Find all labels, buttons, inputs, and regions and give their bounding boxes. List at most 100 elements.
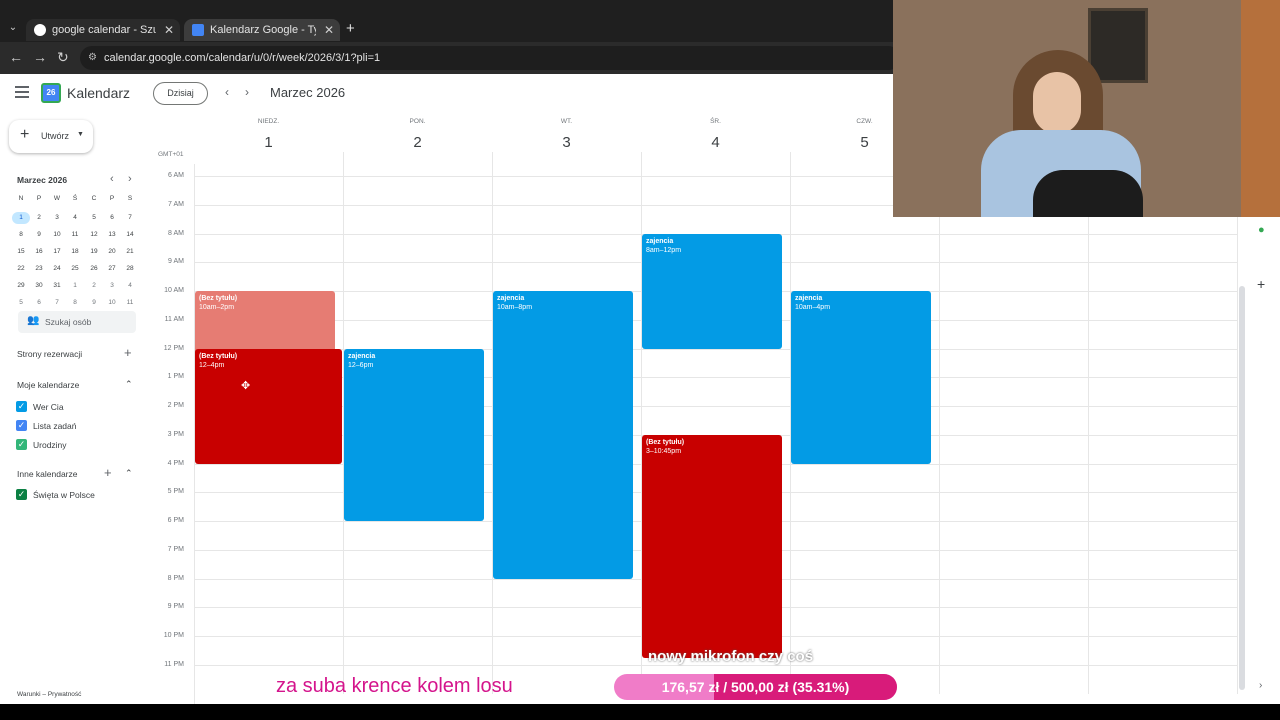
mini-calendar-next-icon[interactable]: › — [128, 173, 132, 185]
mini-calendar-day[interactable]: 12 — [85, 229, 103, 241]
next-week-icon[interactable]: › — [245, 85, 249, 99]
previous-week-icon[interactable]: ‹ — [225, 85, 229, 99]
mini-calendar-day[interactable]: 7 — [48, 297, 66, 309]
hour-label: 5 PM — [167, 488, 184, 496]
day-header-number[interactable]: 2 — [343, 134, 492, 151]
reload-icon[interactable]: ↻ — [57, 49, 69, 66]
mini-calendar-day[interactable]: 31 — [48, 280, 66, 292]
calendar-event[interactable]: (Bez tytułu) 12–4pm ✥ — [195, 348, 342, 464]
mini-calendar-day[interactable]: 7 — [121, 212, 139, 224]
address-bar[interactable]: ⚙ calendar.google.com/calendar/u/0/r/wee… — [80, 46, 900, 70]
url-text: calendar.google.com/calendar/u/0/r/week/… — [104, 52, 381, 64]
tab-search-dropdown-icon[interactable]: ⌄ — [6, 22, 20, 36]
forward-arrow-icon[interactable]: → — [33, 49, 47, 65]
booking-pages-heading: Strony rezerwacji — [17, 349, 83, 359]
close-tab-icon[interactable]: ✕ — [324, 19, 334, 41]
mini-calendar-day[interactable]: 21 — [121, 246, 139, 258]
mini-calendar-day[interactable]: 5 — [85, 212, 103, 224]
mini-calendar-day[interactable]: 22 — [12, 263, 30, 275]
mini-calendar-day[interactable]: 20 — [103, 246, 121, 258]
search-people-field[interactable]: 👥 Szukaj osób — [18, 311, 136, 333]
day-header-number[interactable]: 1 — [194, 134, 343, 151]
mini-calendar-day[interactable]: 10 — [48, 229, 66, 241]
hour-label: 6 AM — [168, 172, 184, 179]
mini-calendar-day[interactable]: 8 — [66, 297, 84, 309]
collapse-other-calendars-icon[interactable]: ⌃ — [125, 468, 133, 479]
day-header-abbr: WT. — [560, 118, 573, 125]
mini-calendar-day[interactable]: 11 — [121, 297, 139, 309]
event-time: 10am–4pm — [795, 304, 831, 311]
mini-calendar-day[interactable]: 2 — [85, 280, 103, 292]
mini-calendar-title: Marzec 2026 — [17, 175, 68, 185]
mini-calendar-day[interactable]: 17 — [48, 246, 66, 258]
hour-label: 3 PM — [167, 430, 184, 438]
mini-calendar-day[interactable]: 14 — [121, 229, 139, 241]
mini-calendar-day[interactable]: 2 — [30, 212, 48, 224]
mini-calendar-weekday: S — [127, 195, 133, 202]
mini-calendar-prev-icon[interactable]: ‹ — [110, 173, 114, 185]
mini-calendar-day[interactable]: 3 — [48, 212, 66, 224]
create-button-label: Utwórz — [41, 131, 70, 141]
calendar-event[interactable]: zajencia 8am–12pm — [642, 233, 782, 349]
calendar-event[interactable]: zajencia 12–6pm — [344, 348, 484, 521]
mini-calendar-day[interactable]: 19 — [85, 246, 103, 258]
main-menu-icon[interactable] — [15, 86, 29, 98]
terms-privacy-link[interactable]: Warunki – Prywatność — [17, 691, 81, 698]
mini-calendar-day[interactable]: 9 — [30, 229, 48, 241]
mini-calendar-day[interactable]: 16 — [30, 246, 48, 258]
mini-calendar-day[interactable]: 26 — [85, 263, 103, 275]
mini-calendar-day[interactable]: 1 — [12, 212, 30, 224]
day-column-divider — [1088, 152, 1089, 694]
add-booking-page-icon[interactable]: + — [124, 345, 132, 360]
add-addon-icon[interactable]: + — [1257, 276, 1265, 292]
mini-calendar-day[interactable]: 27 — [103, 263, 121, 275]
mini-calendar-day[interactable]: 18 — [66, 246, 84, 258]
calendar-checkbox-swieta[interactable]: ✓ — [16, 489, 27, 500]
day-header-number[interactable]: 3 — [492, 134, 641, 151]
mini-calendar-day[interactable]: 15 — [12, 246, 30, 258]
close-tab-icon[interactable]: ✕ — [164, 19, 174, 41]
mini-calendar-day[interactable]: 11 — [66, 229, 84, 241]
calendar-event[interactable]: zajencia 10am–8pm — [493, 291, 633, 579]
mini-calendar-day[interactable]: 10 — [103, 297, 121, 309]
browser-tab-calendar[interactable]: Kalendarz Google - Tydzień, w ✕ — [184, 19, 340, 41]
mini-calendar-day[interactable]: 4 — [66, 212, 84, 224]
mini-calendar-day[interactable]: 24 — [48, 263, 66, 275]
site-info-icon[interactable]: ⚙ — [88, 46, 97, 70]
my-calendars-heading[interactable]: Moje kalendarze — [17, 380, 79, 390]
hour-label: 10 AM — [164, 287, 184, 294]
calendar-event[interactable]: (Bez tytułu) 3–10:45pm — [642, 434, 782, 658]
google-favicon-icon — [34, 24, 46, 36]
collapse-my-calendars-icon[interactable]: ⌃ — [125, 379, 133, 390]
maps-icon[interactable]: ● — [1258, 224, 1265, 236]
mini-calendar-day[interactable]: 3 — [103, 280, 121, 292]
mini-calendar-day[interactable]: 8 — [12, 229, 30, 241]
expand-panel-icon[interactable]: › — [1259, 680, 1262, 691]
back-arrow-icon[interactable]: ← — [9, 49, 23, 65]
mini-calendar-day[interactable]: 28 — [121, 263, 139, 275]
calendar-checkbox-lista-zadan[interactable]: ✓ — [16, 420, 27, 431]
calendar-event[interactable]: zajencia 10am–4pm — [791, 291, 931, 464]
mini-calendar-day[interactable]: 6 — [103, 212, 121, 224]
mini-calendar-day[interactable]: 4 — [121, 280, 139, 292]
other-calendars-heading[interactable]: Inne kalendarze — [17, 469, 78, 479]
create-button[interactable]: + Utwórz ▼ — [9, 120, 93, 153]
mini-calendar-day[interactable]: 13 — [103, 229, 121, 241]
add-other-calendar-icon[interactable]: + — [104, 465, 112, 480]
mini-calendar-day[interactable]: 25 — [66, 263, 84, 275]
today-button[interactable]: Dzisiaj — [153, 82, 208, 105]
new-tab-button[interactable]: + — [346, 20, 355, 37]
mini-calendar-day[interactable]: 6 — [30, 297, 48, 309]
calendar-checkbox-wer-cia[interactable]: ✓ — [16, 401, 27, 412]
scrollbar[interactable] — [1239, 286, 1245, 690]
browser-tab-google-search[interactable]: google calendar - Szukaj w Google ✕ — [26, 19, 180, 41]
mini-calendar-day[interactable]: 29 — [12, 280, 30, 292]
mini-calendar-day[interactable]: 30 — [30, 280, 48, 292]
mini-calendar-day[interactable]: 5 — [12, 297, 30, 309]
mini-calendar-day[interactable]: 9 — [85, 297, 103, 309]
hour-label: 9 PM — [167, 603, 184, 611]
mini-calendar-day[interactable]: 1 — [66, 280, 84, 292]
mini-calendar-day[interactable]: 23 — [30, 263, 48, 275]
day-header-number[interactable]: 4 — [641, 134, 790, 151]
calendar-checkbox-urodziny[interactable]: ✓ — [16, 439, 27, 450]
